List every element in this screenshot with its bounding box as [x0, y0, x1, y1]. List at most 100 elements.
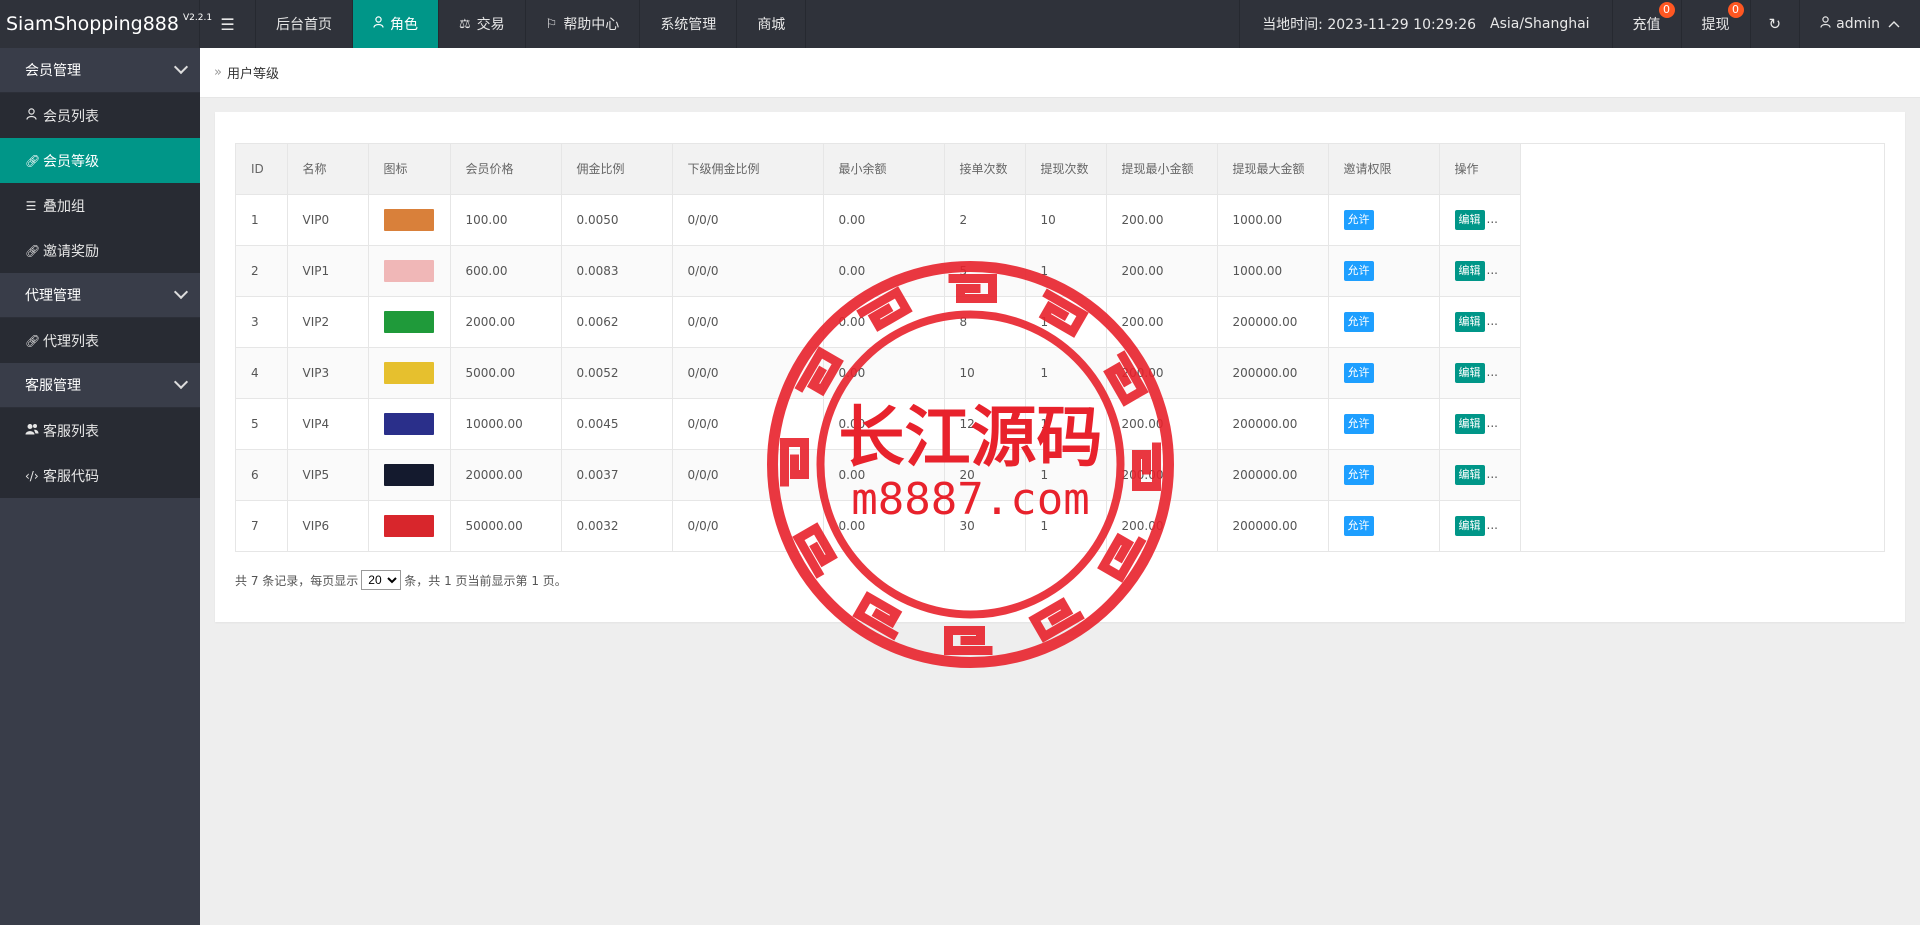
recharge-button[interactable]: 充值 0	[1613, 0, 1682, 48]
nav-item-system[interactable]: 系统管理	[640, 0, 738, 48]
withdraw-button[interactable]: 提现 0	[1682, 0, 1751, 48]
users-icon	[25, 423, 39, 438]
cell-actions: 编辑...	[1439, 500, 1521, 552]
cell-commission-rate: 0.0045	[561, 398, 673, 450]
cell-min-balance: 0.00	[823, 347, 945, 399]
allow-badge-button[interactable]: 允许	[1343, 209, 1374, 230]
column-header[interactable]: 最小余额	[823, 144, 945, 195]
more-actions[interactable]: ...	[1487, 263, 1498, 277]
column-header[interactable]: 提现最小金额	[1106, 144, 1218, 195]
edit-button[interactable]: 编辑	[1454, 464, 1485, 485]
cell-min-balance: 0.00	[823, 296, 945, 348]
sidebar-group-members[interactable]: 会员管理	[0, 48, 200, 93]
cell-order-count: 8	[944, 296, 1026, 348]
app-version: V2.2.1	[183, 13, 213, 23]
cell-name: VIP2	[287, 296, 369, 348]
allow-badge-button[interactable]: 允许	[1343, 413, 1374, 434]
cell-actions: 编辑...	[1439, 245, 1521, 297]
sidebar-item-invite-rewards[interactable]: 🔗︎ 邀请奖励	[0, 228, 200, 273]
column-header[interactable]: 下级佣金比例	[672, 144, 824, 195]
allow-badge-button[interactable]: 允许	[1343, 311, 1374, 332]
table-row: 7 VIP6 50000.00 0.0032 0/0/0 0.00 30 1 200.00 200…	[236, 500, 1521, 552]
cell-order-count: 12	[944, 398, 1026, 450]
more-actions[interactable]: ...	[1487, 416, 1498, 430]
edit-button[interactable]: 编辑	[1454, 413, 1485, 434]
cell-commission-rate: 0.0037	[561, 449, 673, 501]
refresh-button[interactable]: ↻	[1751, 0, 1801, 48]
cell-price: 50000.00	[450, 500, 562, 552]
sidebar-item-member-levels[interactable]: 🔗︎ 会员等级	[0, 138, 200, 183]
cell-invite-permission: 允许	[1328, 347, 1440, 399]
column-header[interactable]: ID	[236, 144, 288, 195]
more-actions[interactable]: ...	[1487, 212, 1498, 226]
content-card: ID 名称 图标 会员价格 佣金比例 下级佣金比例 最小余额 接单次数 提现次数…	[215, 112, 1905, 622]
sidebar-item-agent-list[interactable]: 🔗︎ 代理列表	[0, 318, 200, 363]
column-header[interactable]: 操作	[1439, 144, 1521, 195]
column-header[interactable]: 会员价格	[450, 144, 562, 195]
column-header[interactable]: 名称	[287, 144, 369, 195]
edit-button[interactable]: 编辑	[1454, 515, 1485, 536]
user-menu[interactable]: admin	[1800, 0, 1920, 48]
allow-badge-button[interactable]: 允许	[1343, 464, 1374, 485]
code-icon: ‹/›	[25, 468, 39, 483]
cell-sub-commission-rate: 0/0/0	[672, 245, 824, 297]
stamp-fret-segment	[944, 626, 993, 655]
sidebar-item-stack-group[interactable]: ☰ 叠加组	[0, 183, 200, 228]
more-actions[interactable]: ...	[1487, 518, 1498, 532]
allow-badge-button[interactable]: 允许	[1343, 362, 1374, 383]
more-actions[interactable]: ...	[1487, 365, 1498, 379]
cell-icon	[368, 347, 451, 399]
cell-name: VIP3	[287, 347, 369, 399]
table-row: 1 VIP0 100.00 0.0050 0/0/0 0.00 2 10 200.00 1000.…	[236, 194, 1521, 246]
allow-badge-button[interactable]: 允许	[1343, 515, 1374, 536]
table-header-row: ID 名称 图标 会员价格 佣金比例 下级佣金比例 最小余额 接单次数 提现次数…	[236, 144, 1521, 195]
sidebar-item-support-code[interactable]: ‹/› 客服代码	[0, 453, 200, 498]
cell-sub-commission-rate: 0/0/0	[672, 194, 824, 246]
sidebar-group-label: 会员管理	[25, 63, 81, 79]
column-header[interactable]: 邀请权限	[1328, 144, 1440, 195]
level-icon-image	[383, 208, 434, 231]
sidebar-item-member-list[interactable]: 会员列表	[0, 93, 200, 138]
column-header[interactable]: 提现次数	[1025, 144, 1107, 195]
more-actions[interactable]: ...	[1487, 314, 1498, 328]
level-icon-image	[383, 463, 434, 486]
cell-id: 5	[236, 398, 288, 450]
cell-price: 5000.00	[450, 347, 562, 399]
pager-suffix: 条，共 1 页当前显示第 1 页。	[404, 573, 567, 588]
column-header[interactable]: 佣金比例	[561, 144, 673, 195]
edit-button[interactable]: 编辑	[1454, 209, 1485, 230]
table-row: 3 VIP2 2000.00 0.0062 0/0/0 0.00 8 1 200.00 20000…	[236, 296, 1521, 348]
nav-item-roles[interactable]: 角色	[353, 0, 439, 48]
edit-button[interactable]: 编辑	[1454, 362, 1485, 383]
sidebar-group-support[interactable]: 客服管理	[0, 363, 200, 408]
cell-sub-commission-rate: 0/0/0	[672, 347, 824, 399]
nav-item-dashboard[interactable]: 后台首页	[256, 0, 353, 48]
cell-name: VIP0	[287, 194, 369, 246]
allow-badge-button[interactable]: 允许	[1343, 260, 1374, 281]
breadcrumb-current[interactable]: 用户等级	[227, 63, 279, 82]
cell-name: VIP6	[287, 500, 369, 552]
column-header[interactable]: 接单次数	[944, 144, 1026, 195]
sidebar-item-label: 邀请奖励	[43, 243, 99, 260]
sidebar-group-agents[interactable]: 代理管理	[0, 273, 200, 318]
refresh-icon: ↻	[1768, 15, 1782, 33]
nav-item-trade[interactable]: ⚖ 交易	[439, 0, 526, 48]
cell-invite-permission: 允许	[1328, 245, 1440, 297]
column-header[interactable]: 提现最大金额	[1217, 144, 1329, 195]
nav-item-help[interactable]: ⚐ 帮助中心	[526, 0, 641, 48]
more-actions[interactable]: ...	[1487, 467, 1498, 481]
sidebar-item-support-list[interactable]: 客服列表	[0, 408, 200, 453]
sidebar-toggle-button[interactable]: ☰	[200, 0, 256, 48]
sidebar-item-label: 客服列表	[43, 423, 99, 440]
edit-button[interactable]: 编辑	[1454, 311, 1485, 332]
edit-button[interactable]: 编辑	[1454, 260, 1485, 281]
column-header[interactable]: 图标	[368, 144, 451, 195]
cell-icon	[368, 245, 451, 297]
nav-item-mall[interactable]: 商城	[737, 0, 807, 48]
page-size-select[interactable]: 20	[361, 570, 402, 590]
level-icon-image	[383, 259, 434, 282]
cell-price: 10000.00	[450, 398, 562, 450]
app-brand[interactable]: SiamShopping888 V2.2.1	[0, 0, 212, 48]
clock-time: 当地时间: 2023-11-29 10:29:26	[1262, 17, 1477, 33]
cell-order-count: 30	[944, 500, 1026, 552]
